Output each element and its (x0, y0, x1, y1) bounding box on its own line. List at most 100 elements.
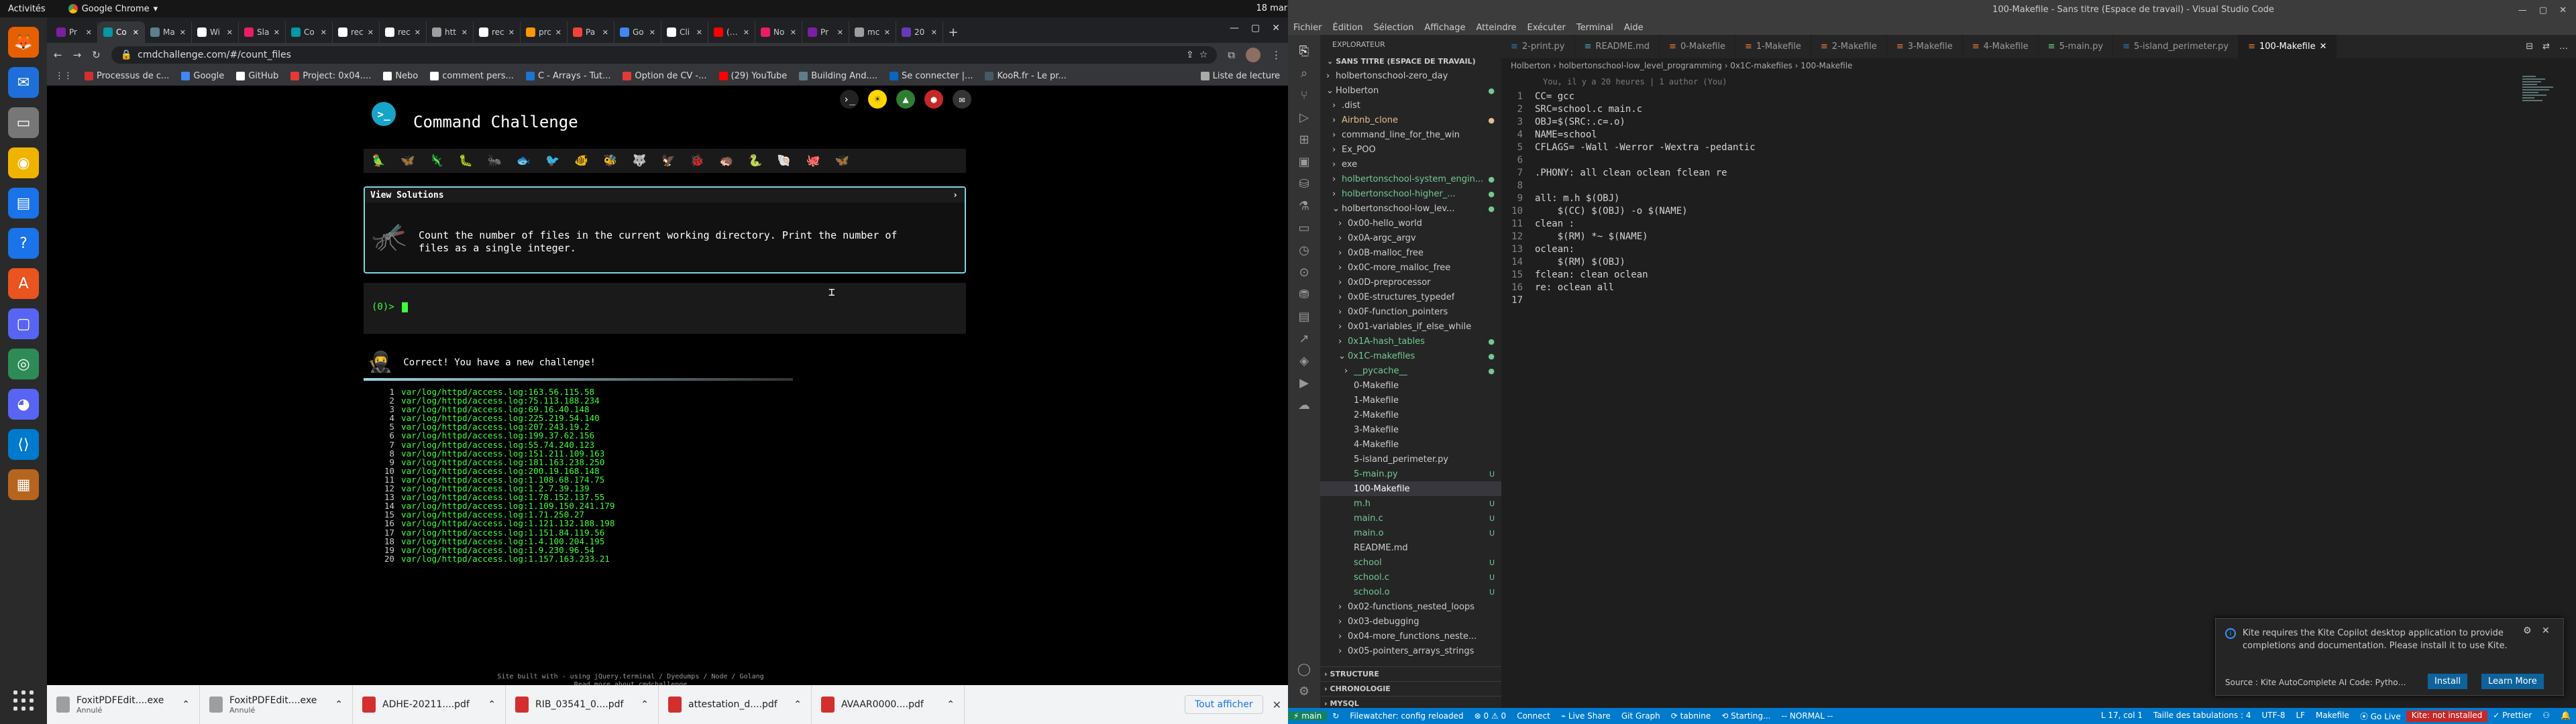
tree-item[interactable]: 1-Makefile (1320, 393, 1501, 408)
tree-item[interactable]: › command_line_for_the_win (1320, 127, 1501, 142)
tree-item[interactable]: › 0x0D-preprocessor (1320, 275, 1501, 290)
star-icon[interactable]: ☆ (1199, 50, 1208, 60)
challenge-level-icon[interactable]: 🐍 (748, 154, 762, 168)
status-item[interactable]: Taille des tabulations : 4 (2148, 711, 2256, 722)
menu-item[interactable]: Aide (1624, 23, 1644, 33)
tree-item[interactable]: main.o U (1320, 526, 1501, 540)
challenge-level-icon[interactable]: 🐦 (545, 154, 559, 168)
chrome-tab[interactable]: (12 ✕ (708, 21, 755, 43)
challenge-level-icon[interactable]: 🐜 (488, 154, 502, 168)
tree-item[interactable]: school.o U (1320, 585, 1501, 599)
mysql-icon[interactable]: ⛃ (1299, 288, 1309, 302)
status-item[interactable]: ⌁ Live Share (1556, 711, 1616, 721)
download-item[interactable]: FoxitPDFEdit....exe Annulé ⌃ (200, 685, 353, 724)
close-icon[interactable]: ✕ (696, 28, 702, 37)
terminal-icon[interactable]: ▶ (1299, 376, 1309, 390)
bookmark-item[interactable]: KooR.fr - Le pr... (985, 71, 1067, 81)
status-item[interactable]: 🔔 (2555, 711, 2576, 722)
editor-tab[interactable]: ≡ 5-main.py (2039, 35, 2114, 58)
dock-rhythmbox-icon[interactable]: ◉ (8, 147, 39, 178)
apps-icon[interactable]: ⋮⋮ (55, 71, 72, 81)
chrome-tab[interactable]: Ma ✕ (145, 21, 192, 43)
tree-item[interactable]: 5-island_perimeter.py (1320, 452, 1501, 467)
tree-item[interactable]: README.md (1320, 540, 1501, 555)
dock-vscode-icon[interactable]: ⟨⟩ (8, 429, 39, 460)
status-item[interactable]: UTF-8 (2256, 711, 2290, 722)
chrome-tab[interactable]: Pr ✕ (802, 21, 849, 43)
dock-screen-icon[interactable]: ▢ (8, 308, 39, 339)
close-icon[interactable]: ✕ (931, 28, 937, 37)
menu-item[interactable]: Fichier (1293, 23, 1322, 33)
challenge-level-icon[interactable]: 🐟 (517, 154, 531, 168)
download-item[interactable]: RIB_03541_0....pdf ⌃ (506, 685, 659, 724)
more-icon[interactable]: … (2559, 42, 2568, 52)
minimap[interactable] (2522, 74, 2556, 115)
close-icon[interactable]: ✕ (837, 28, 843, 37)
tree-item[interactable]: school U (1320, 555, 1501, 570)
breadcrumb[interactable]: Holberton › holbertonschool-low_level_pr… (1501, 58, 2576, 73)
activities-button[interactable]: Activités (8, 4, 46, 14)
close-icon[interactable]: ✕ (508, 28, 515, 37)
challenge-level-icon[interactable]: 🦅 (661, 154, 676, 168)
tree-item[interactable]: › 0x1A-hash_tables ● (1320, 334, 1501, 349)
app-grid-icon[interactable] (8, 685, 39, 716)
chrome-tab[interactable]: mc ✕ (849, 21, 896, 43)
new-tab-icon[interactable]: + (943, 21, 963, 43)
menu-item[interactable]: Terminal (1576, 23, 1613, 33)
address-bar[interactable]: 🔒 cmdchallenge.com/#/count_files ⇪ ☆ (111, 46, 1218, 64)
tree-item[interactable]: › holbertonschool-zero_day (1320, 68, 1501, 83)
close-icon[interactable]: ✕ (884, 28, 890, 37)
tree-item[interactable]: › Ex_POO (1320, 142, 1501, 157)
close-icon[interactable]: ✕ (555, 28, 561, 37)
status-item[interactable]: Makefile (2310, 711, 2355, 722)
gear-icon[interactable]: ⚙ (2523, 625, 2532, 636)
download-item[interactable]: FoxitPDFEdit....exe Annulé ⌃ (47, 685, 200, 724)
challenge-level-icon[interactable]: 🦋 (400, 154, 415, 168)
install-button[interactable]: Install (2428, 674, 2468, 689)
close-icon[interactable]: ✕ (415, 28, 421, 37)
chevron-up-icon[interactable]: ⌃ (335, 699, 343, 710)
challenge-level-icon[interactable]: 🐛 (459, 154, 473, 168)
status-item[interactable]: L 17, col 1 (2096, 711, 2148, 722)
close-icon[interactable]: ✕ (1273, 699, 1281, 711)
chrome-tab[interactable]: rec ✕ (474, 21, 521, 43)
bookmark-item[interactable]: (29) YouTube (718, 71, 787, 81)
challenge-level-icon[interactable]: 🐙 (806, 154, 820, 168)
minimize-icon[interactable]: — (2518, 5, 2527, 15)
menu-item[interactable]: Affichage (1424, 23, 1465, 33)
download-item[interactable]: AVAAR0000....pdf ⌃ (812, 685, 965, 724)
tree-item[interactable]: › Airbnb_clone ● (1320, 113, 1501, 127)
chrome-tab[interactable]: Go ✕ (614, 21, 661, 43)
download-item[interactable]: ADHE-20211....pdf ⌃ (353, 685, 506, 724)
chevron-up-icon[interactable]: ⌃ (794, 699, 802, 710)
tree-item[interactable]: ⌄ 0x1C-makefiles ● (1320, 349, 1501, 363)
share-icon[interactable]: ⇪ (1186, 50, 1194, 60)
dock-archive-icon[interactable]: ▦ (8, 469, 39, 500)
close-icon[interactable]: ✕ (133, 28, 139, 37)
source-control-icon[interactable]: ⑂ (1301, 88, 1308, 103)
forward-icon[interactable]: → (73, 49, 82, 61)
chrome-tab[interactable]: Sla ✕ (239, 21, 286, 43)
sidebar-section-header[interactable]: › CHRONOLOGIE (1320, 681, 1501, 696)
status-item[interactable]: ✓ Prettier (2487, 711, 2537, 722)
tree-item[interactable]: › 0x05-pointers_arrays_strings (1320, 644, 1501, 658)
tree-item[interactable]: › 0x01-variables_if_else_while (1320, 319, 1501, 334)
database-icon[interactable]: ⛁ (1299, 177, 1309, 191)
close-icon[interactable]: ✕ (602, 28, 608, 37)
chrome-tab[interactable]: Cli ✕ (661, 21, 708, 43)
files-icon[interactable]: ⎘ (1299, 44, 1309, 58)
close-icon[interactable]: ✕ (321, 28, 327, 37)
chevron-up-icon[interactable]: ⌃ (182, 699, 190, 710)
tree-item[interactable]: ⌄ Holberton ● (1320, 83, 1501, 98)
tree-item[interactable]: › 0x04-more_functions_neste... (1320, 629, 1501, 644)
bookmark-item[interactable]: Google (181, 71, 224, 81)
reload-icon[interactable]: ↻ (92, 49, 101, 61)
chrome-tab[interactable]: rec ✕ (380, 21, 427, 43)
challenge-level-icon[interactable]: 🐚 (777, 154, 791, 168)
chevron-up-icon[interactable]: ⌃ (488, 699, 496, 710)
tree-item[interactable]: › 0x0A-argc_argv (1320, 231, 1501, 245)
split-icon[interactable]: ⊟ (2526, 42, 2533, 52)
close-icon[interactable]: ✕ (1272, 23, 1280, 34)
close-icon[interactable]: ✕ (180, 28, 186, 37)
chrome-tab[interactable]: prc ✕ (521, 21, 568, 43)
